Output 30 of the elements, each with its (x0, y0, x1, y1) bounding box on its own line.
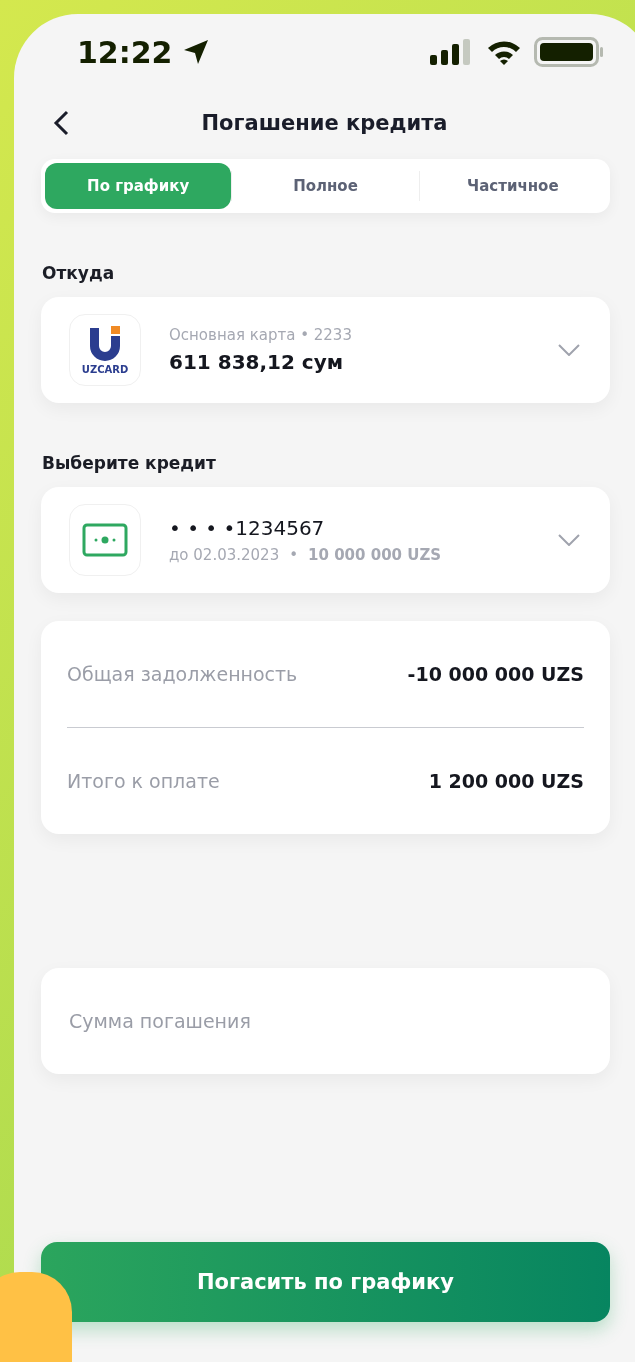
page-title: Погашение кредита (200, 111, 449, 135)
summary-label: Итого к оплате (67, 770, 220, 792)
credit-selector[interactable]: • • • •1234567 до 02.03.2023 • 10 000 000 UZS (41, 487, 610, 593)
summary-value: 1 200 000 UZS (428, 770, 584, 792)
summary-value: -10 000 000 UZS (407, 663, 584, 685)
wifi-icon (486, 39, 522, 65)
card-balance: 611 838,12 сум (169, 350, 345, 374)
location-arrow-icon (182, 39, 209, 65)
tab[interactable]: Частичное (419, 163, 606, 209)
battery-icon (534, 37, 604, 67)
credit-number: • • • •1234567 (169, 516, 326, 540)
chevron-down-icon (558, 534, 580, 546)
status-time: 12:22 (77, 34, 173, 70)
u-letter-icon (88, 325, 122, 362)
back-icon[interactable] (53, 110, 69, 136)
submit-button[interactable]: Погасить по графику (41, 1242, 610, 1322)
separator-dot: • (289, 546, 299, 564)
summary-label: Общая задолженность (67, 663, 298, 685)
credit-amount: 10 000 000 UZS (308, 546, 442, 564)
card-name: Основная карта • 2233 (169, 326, 353, 344)
tab[interactable]: Полное (232, 163, 419, 209)
chevron-down-icon (558, 344, 580, 356)
tab[interactable]: По графику (45, 163, 232, 209)
section-label: Откуда (42, 263, 116, 283)
amount-input-field[interactable]: Сумма погашения (41, 968, 610, 1074)
banknote-icon (82, 523, 128, 557)
logo-text: UZCARD (81, 363, 129, 375)
credit-due-date: до 02.03.2023 (169, 546, 280, 564)
section-label: Выберите кредит (42, 453, 217, 473)
source-card-selector[interactable]: UZCARD Основная карта • 2233 611 838,12 сум (41, 297, 610, 403)
